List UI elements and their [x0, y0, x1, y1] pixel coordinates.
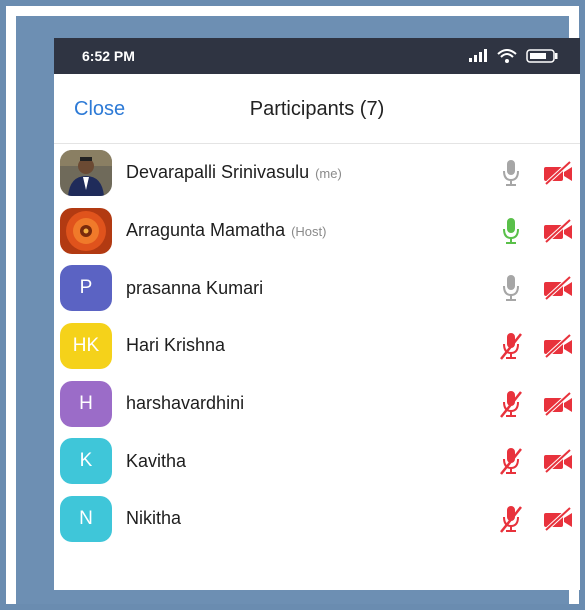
status-time: 6:52 PM: [82, 48, 135, 64]
participants-header: Close Participants (7): [54, 74, 580, 144]
microphone-icon[interactable]: [498, 158, 524, 188]
participant-name-group: prasanna Kumari: [126, 278, 263, 299]
video-off-icon[interactable]: [542, 448, 574, 474]
participant-name-group: Devarapalli Srinivasulu (me): [126, 162, 342, 183]
wifi-icon: [497, 49, 517, 63]
participant-name-group: harshavardhini: [126, 393, 244, 414]
video-off-icon[interactable]: [542, 275, 574, 301]
video-off-icon[interactable]: [542, 506, 574, 532]
mic-muted-icon[interactable]: [498, 446, 524, 476]
inner-frame: 6:52 PM Close Participants (7) Devarapal…: [16, 16, 580, 604]
participant-name: Arragunta Mamatha: [126, 220, 286, 241]
status-bar: 6:52 PM: [54, 38, 580, 74]
mic-muted-icon[interactable]: [498, 389, 524, 419]
video-off-icon[interactable]: [542, 218, 574, 244]
participant-name-group: Arragunta Mamatha (Host): [126, 220, 326, 241]
avatar: HK: [60, 322, 112, 369]
participant-name: harshavardhini: [126, 393, 245, 414]
participant-name-group: Kavitha: [126, 451, 186, 472]
participant-name: Nikitha: [126, 508, 182, 529]
participant-row[interactable]: Arragunta Mamatha (Host): [54, 202, 580, 260]
microphone-icon[interactable]: [498, 216, 524, 246]
video-off-icon[interactable]: [542, 391, 574, 417]
participant-list: Devarapalli Srinivasulu (me) Arragunta Mam…: [54, 144, 580, 548]
signal-icon: [469, 49, 487, 62]
page-title: Participants (7): [249, 98, 385, 120]
participant-row[interactable]: N Nikitha: [54, 490, 580, 548]
mic-muted-icon[interactable]: [498, 504, 524, 534]
participant-role-tag: (me): [315, 166, 342, 182]
participant-name-group: Hari Krishna: [126, 335, 225, 356]
participant-name: Devarapalli Srinivasulu: [126, 162, 310, 183]
avatar: K: [60, 438, 112, 485]
avatar: H: [60, 380, 112, 427]
participant-name: Kavitha: [126, 450, 187, 471]
participant-row[interactable]: K Kavitha: [54, 432, 580, 490]
video-off-icon[interactable]: [542, 160, 574, 186]
video-off-icon[interactable]: [542, 333, 574, 359]
participant-row[interactable]: Devarapalli Srinivasulu (me): [54, 144, 580, 202]
mic-muted-icon[interactable]: [498, 331, 524, 361]
participant-row[interactable]: Hharshavardhini: [54, 375, 580, 433]
microphone-icon[interactable]: [498, 273, 524, 303]
participant-name-group: Nikitha: [126, 508, 181, 529]
avatar: P: [60, 265, 112, 312]
status-icons: [468, 49, 558, 63]
avatar: [60, 149, 112, 196]
battery-icon: [526, 49, 558, 63]
phone-screen: 6:52 PM Close Participants (7) Devarapal…: [54, 38, 580, 590]
participant-role-tag: (Host): [291, 224, 327, 240]
participant-name: Hari Krishna: [126, 335, 226, 356]
avatar: [60, 207, 112, 254]
participant-row[interactable]: Pprasanna Kumari: [54, 259, 580, 317]
avatar: N: [60, 495, 112, 542]
participant-row[interactable]: HK Hari Krishna: [54, 317, 580, 375]
participant-name: prasanna Kumari: [126, 277, 264, 298]
